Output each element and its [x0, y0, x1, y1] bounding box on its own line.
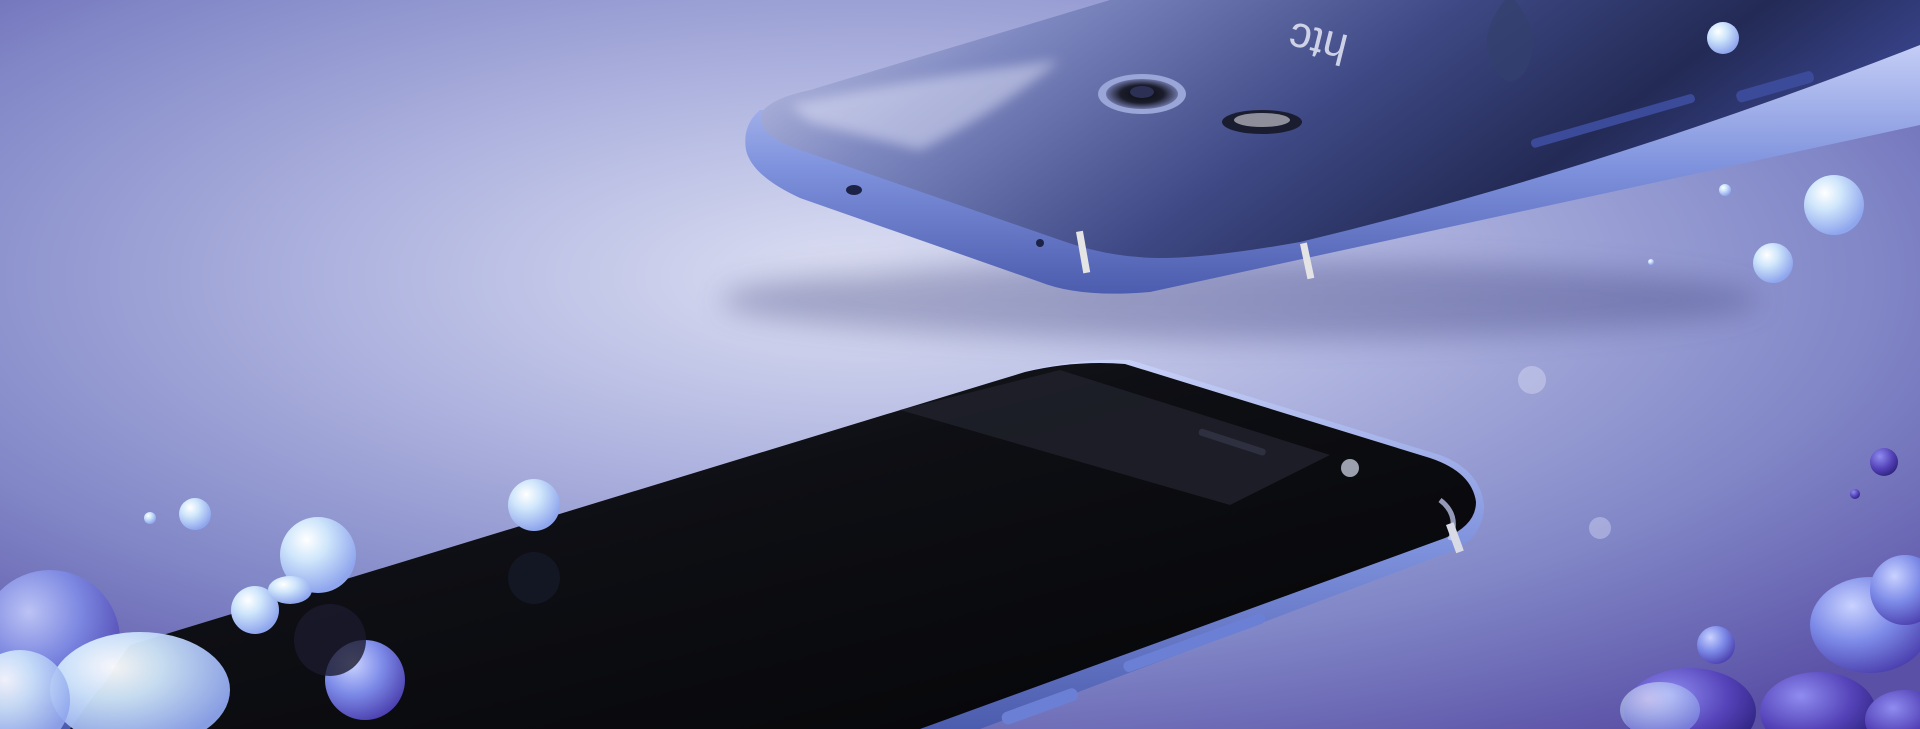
product-scene: htc [0, 0, 1920, 729]
bubble [1697, 626, 1735, 664]
bubble [1589, 517, 1611, 539]
front-camera-icon [1341, 459, 1359, 477]
bubble [268, 576, 312, 604]
top-phone-mic [1036, 239, 1044, 247]
bubble [1707, 22, 1739, 54]
bubble [1719, 184, 1731, 196]
bubble [1753, 243, 1793, 283]
bubble-reflection [508, 552, 560, 604]
bubble [1850, 489, 1860, 499]
bubble [1648, 259, 1654, 265]
bubble [179, 498, 211, 530]
camera-icon [1098, 74, 1186, 114]
bubble [508, 479, 560, 531]
top-phone-port [846, 185, 862, 195]
bubble [1518, 366, 1546, 394]
bubble [1870, 448, 1898, 476]
flash-icon [1222, 110, 1302, 134]
bubble [144, 512, 156, 524]
bubble [1804, 175, 1864, 235]
bubble-reflection [294, 604, 366, 676]
scene-svg: htc [0, 0, 1920, 729]
